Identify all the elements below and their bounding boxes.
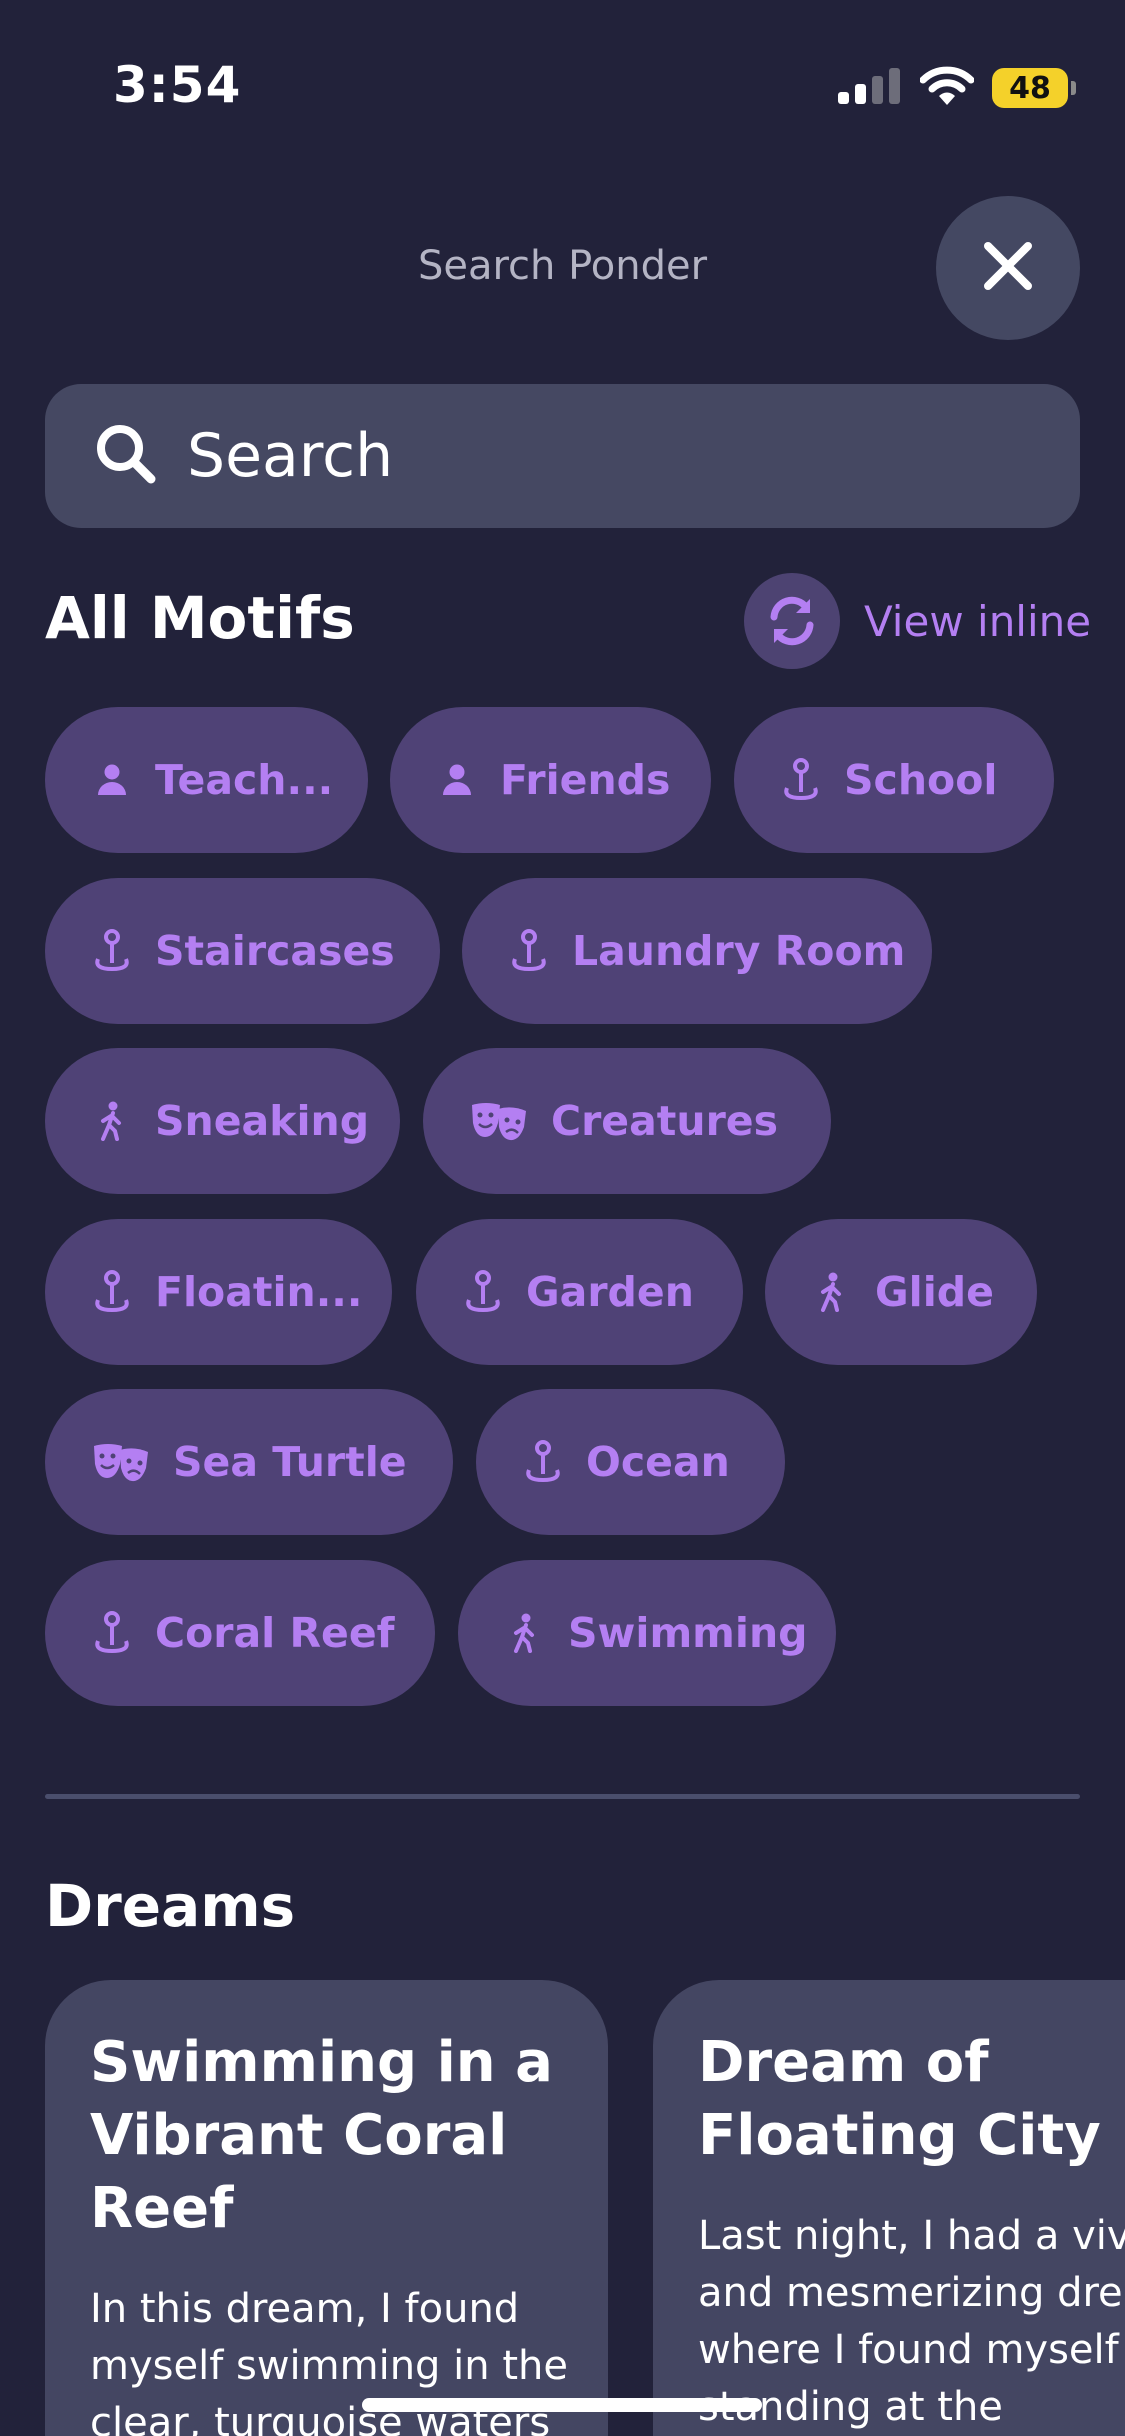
location-pin-icon bbox=[522, 1440, 564, 1483]
walking-icon bbox=[811, 1271, 853, 1313]
location-pin-icon bbox=[91, 1611, 133, 1654]
search-input[interactable]: Search bbox=[45, 384, 1080, 528]
dream-card-excerpt: Last night, I had a vivid and mesmerizin… bbox=[698, 2213, 1125, 2430]
home-indicator[interactable] bbox=[362, 2398, 762, 2412]
motif-chip-staircases[interactable]: Staircases bbox=[45, 878, 440, 1024]
motif-chip-coral-reef[interactable]: Coral Reef bbox=[45, 1560, 435, 1706]
wifi-icon bbox=[919, 66, 975, 110]
refresh-icon bbox=[744, 573, 840, 669]
chip-label: Swimming bbox=[568, 1609, 808, 1657]
location-pin-icon bbox=[462, 1270, 504, 1313]
chip-label: Ocean bbox=[586, 1438, 730, 1486]
motif-chip-sea-turtle[interactable]: Sea Turtle bbox=[45, 1389, 453, 1535]
location-pin-icon bbox=[91, 929, 133, 972]
motif-chip-swimming[interactable]: Swimming bbox=[458, 1560, 836, 1706]
view-inline-label: View inline bbox=[864, 596, 1092, 646]
motif-chip-floating[interactable]: Floatin... bbox=[45, 1219, 392, 1365]
motif-chip-school[interactable]: School bbox=[734, 707, 1054, 853]
location-pin-icon bbox=[91, 1270, 133, 1313]
close-button[interactable] bbox=[936, 196, 1080, 340]
person-icon bbox=[436, 759, 478, 801]
chip-label: Garden bbox=[526, 1268, 694, 1316]
chip-label: Glide bbox=[875, 1268, 994, 1316]
chip-label: Friends bbox=[500, 756, 671, 804]
search-screen: 3:54 48 Search Ponder Search All Motifs … bbox=[0, 0, 1125, 2436]
motif-chip-ocean[interactable]: Ocean bbox=[476, 1389, 785, 1535]
status-time: 3:54 bbox=[113, 56, 242, 114]
motif-chip-friends[interactable]: Friends bbox=[390, 707, 711, 853]
dream-card-title: Dream of Floating City bbox=[698, 2030, 1101, 2168]
motif-chip-sneaking[interactable]: Sneaking bbox=[45, 1048, 400, 1194]
location-pin-icon bbox=[780, 758, 822, 801]
dream-card-title: Swimming in a Vibrant Coral Reef bbox=[90, 2030, 553, 2241]
dream-card-excerpt: In this dream, I found myself swimming i… bbox=[90, 2286, 568, 2436]
chip-label: Floatin... bbox=[155, 1268, 363, 1316]
dream-card[interactable]: Dream of Floating City Last night, I had… bbox=[653, 1980, 1125, 2436]
search-placeholder: Search bbox=[187, 421, 394, 491]
walking-icon bbox=[91, 1100, 133, 1142]
chip-label: School bbox=[844, 756, 998, 804]
theater-masks-icon bbox=[91, 1441, 151, 1483]
walking-icon bbox=[504, 1612, 546, 1654]
chip-label: Sea Turtle bbox=[173, 1438, 407, 1486]
location-pin-icon bbox=[508, 929, 550, 972]
status-indicators: 48 bbox=[838, 66, 1076, 110]
battery-level: 48 bbox=[1009, 70, 1051, 106]
chip-label: Sneaking bbox=[155, 1097, 370, 1145]
cellular-signal-icon bbox=[838, 68, 902, 108]
chip-label: Staircases bbox=[155, 927, 395, 975]
chip-label: Creatures bbox=[551, 1097, 779, 1145]
battery-icon: 48 bbox=[992, 68, 1076, 108]
theater-masks-icon bbox=[469, 1100, 529, 1142]
chip-label: Coral Reef bbox=[155, 1609, 395, 1657]
motif-chip-garden[interactable]: Garden bbox=[416, 1219, 743, 1365]
motifs-title: All Motifs bbox=[45, 584, 355, 652]
person-icon bbox=[91, 759, 133, 801]
motif-chip-creatures[interactable]: Creatures bbox=[423, 1048, 831, 1194]
chip-label: Laundry Room bbox=[572, 927, 906, 975]
section-divider bbox=[45, 1794, 1080, 1799]
dream-card[interactable]: Swimming in a Vibrant Coral Reef In this… bbox=[45, 1980, 608, 2436]
motif-chip-glide[interactable]: Glide bbox=[765, 1219, 1037, 1365]
close-icon bbox=[982, 240, 1034, 296]
motif-chip-laundry-room[interactable]: Laundry Room bbox=[462, 878, 932, 1024]
motif-chip-teacher[interactable]: Teach... bbox=[45, 707, 368, 853]
dreams-title: Dreams bbox=[45, 1872, 296, 1940]
chip-label: Teach... bbox=[155, 756, 334, 804]
search-icon bbox=[95, 423, 157, 489]
view-inline-button[interactable]: View inline bbox=[744, 573, 1091, 669]
